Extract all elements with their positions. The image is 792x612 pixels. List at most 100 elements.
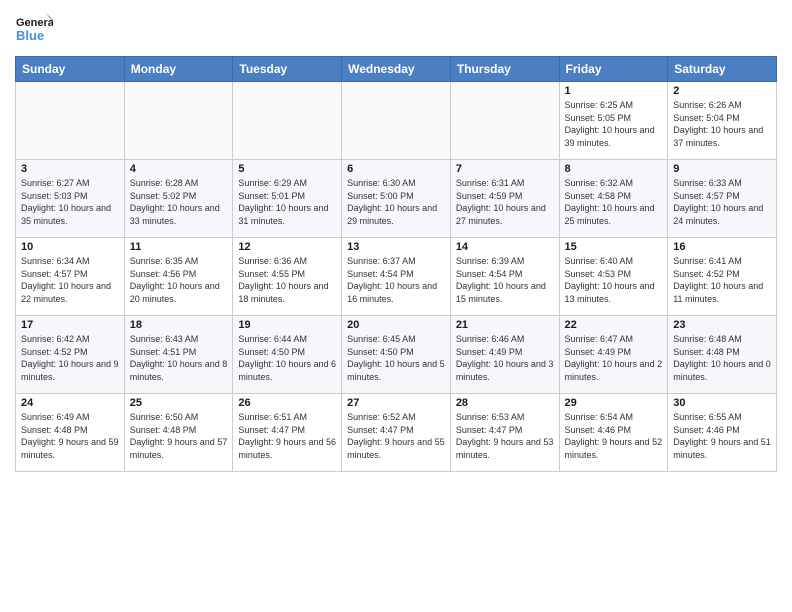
day-number: 13 xyxy=(347,241,445,253)
day-info: Sunrise: 6:25 AM Sunset: 5:05 PM Dayligh… xyxy=(565,99,663,149)
day-info: Sunrise: 6:55 AM Sunset: 4:46 PM Dayligh… xyxy=(673,411,771,461)
weekday-header: Sunday xyxy=(16,57,125,82)
calendar-week-row: 1 Sunrise: 6:25 AM Sunset: 5:05 PM Daylig… xyxy=(16,82,777,160)
day-number: 3 xyxy=(21,163,119,175)
day-info: Sunrise: 6:51 AM Sunset: 4:47 PM Dayligh… xyxy=(238,411,336,461)
day-info: Sunrise: 6:47 AM Sunset: 4:49 PM Dayligh… xyxy=(565,333,663,383)
calendar-day-cell xyxy=(342,82,451,160)
day-number: 21 xyxy=(456,319,554,331)
calendar-day-cell: 17 Sunrise: 6:42 AM Sunset: 4:52 PM Dayli… xyxy=(16,316,125,394)
day-info: Sunrise: 6:43 AM Sunset: 4:51 PM Dayligh… xyxy=(130,333,228,383)
day-number: 1 xyxy=(565,85,663,97)
calendar-day-cell: 16 Sunrise: 6:41 AM Sunset: 4:52 PM Dayli… xyxy=(668,238,777,316)
day-number: 2 xyxy=(673,85,771,97)
day-number: 14 xyxy=(456,241,554,253)
day-info: Sunrise: 6:27 AM Sunset: 5:03 PM Dayligh… xyxy=(21,177,119,227)
day-number: 22 xyxy=(565,319,663,331)
calendar-day-cell: 4 Sunrise: 6:28 AM Sunset: 5:02 PM Daylig… xyxy=(124,160,233,238)
calendar-day-cell: 30 Sunrise: 6:55 AM Sunset: 4:46 PM Dayli… xyxy=(668,394,777,472)
day-number: 4 xyxy=(130,163,228,175)
calendar-table: SundayMondayTuesdayWednesdayThursdayFrid… xyxy=(15,56,777,472)
day-info: Sunrise: 6:46 AM Sunset: 4:49 PM Dayligh… xyxy=(456,333,554,383)
day-number: 17 xyxy=(21,319,119,331)
day-number: 8 xyxy=(565,163,663,175)
day-info: Sunrise: 6:49 AM Sunset: 4:48 PM Dayligh… xyxy=(21,411,119,461)
header: General Blue xyxy=(15,10,777,48)
day-info: Sunrise: 6:35 AM Sunset: 4:56 PM Dayligh… xyxy=(130,255,228,305)
page: General Blue SundayMondayTuesdayWednesda… xyxy=(0,0,792,612)
day-info: Sunrise: 6:32 AM Sunset: 4:58 PM Dayligh… xyxy=(565,177,663,227)
day-info: Sunrise: 6:41 AM Sunset: 4:52 PM Dayligh… xyxy=(673,255,771,305)
weekday-header: Saturday xyxy=(668,57,777,82)
calendar-day-cell xyxy=(124,82,233,160)
day-number: 20 xyxy=(347,319,445,331)
calendar-day-cell: 6Sunrise: 6:30 AM Sunset: 5:00 PM Daylig… xyxy=(342,160,451,238)
day-info: Sunrise: 6:26 AM Sunset: 5:04 PM Dayligh… xyxy=(673,99,771,149)
calendar-day-cell: 8 Sunrise: 6:32 AM Sunset: 4:58 PM Daylig… xyxy=(559,160,668,238)
day-number: 29 xyxy=(565,397,663,409)
day-info: Sunrise: 6:40 AM Sunset: 4:53 PM Dayligh… xyxy=(565,255,663,305)
weekday-header: Friday xyxy=(559,57,668,82)
day-info: Sunrise: 6:50 AM Sunset: 4:48 PM Dayligh… xyxy=(130,411,228,461)
calendar-day-cell: 20 Sunrise: 6:45 AM Sunset: 4:50 PM Dayli… xyxy=(342,316,451,394)
weekday-header: Wednesday xyxy=(342,57,451,82)
weekday-header: Tuesday xyxy=(233,57,342,82)
calendar-day-cell xyxy=(450,82,559,160)
day-number: 30 xyxy=(673,397,771,409)
calendar-week-row: 3 Sunrise: 6:27 AM Sunset: 5:03 PM Daylig… xyxy=(16,160,777,238)
day-info: Sunrise: 6:34 AM Sunset: 4:57 PM Dayligh… xyxy=(21,255,119,305)
day-number: 26 xyxy=(238,397,336,409)
calendar-day-cell: 28Sunrise: 6:53 AM Sunset: 4:47 PM Dayli… xyxy=(450,394,559,472)
calendar-day-cell xyxy=(16,82,125,160)
day-number: 11 xyxy=(130,241,228,253)
calendar-week-row: 17 Sunrise: 6:42 AM Sunset: 4:52 PM Dayli… xyxy=(16,316,777,394)
calendar-day-cell: 27 Sunrise: 6:52 AM Sunset: 4:47 PM Dayli… xyxy=(342,394,451,472)
day-info: Sunrise: 6:33 AM Sunset: 4:57 PM Dayligh… xyxy=(673,177,771,227)
day-info: Sunrise: 6:52 AM Sunset: 4:47 PM Dayligh… xyxy=(347,411,445,461)
calendar-day-cell: 11 Sunrise: 6:35 AM Sunset: 4:56 PM Dayli… xyxy=(124,238,233,316)
day-info: Sunrise: 6:29 AM Sunset: 5:01 PM Dayligh… xyxy=(238,177,336,227)
calendar-day-cell: 5Sunrise: 6:29 AM Sunset: 5:01 PM Daylig… xyxy=(233,160,342,238)
calendar-day-cell xyxy=(233,82,342,160)
calendar-day-cell: 12 Sunrise: 6:36 AM Sunset: 4:55 PM Dayli… xyxy=(233,238,342,316)
day-info: Sunrise: 6:42 AM Sunset: 4:52 PM Dayligh… xyxy=(21,333,119,383)
logo: General Blue xyxy=(15,10,53,48)
calendar-day-cell: 7Sunrise: 6:31 AM Sunset: 4:59 PM Daylig… xyxy=(450,160,559,238)
calendar-day-cell: 26 Sunrise: 6:51 AM Sunset: 4:47 PM Dayli… xyxy=(233,394,342,472)
day-number: 7 xyxy=(456,163,554,175)
calendar-day-cell: 15 Sunrise: 6:40 AM Sunset: 4:53 PM Dayli… xyxy=(559,238,668,316)
calendar-week-row: 24 Sunrise: 6:49 AM Sunset: 4:48 PM Dayli… xyxy=(16,394,777,472)
calendar-day-cell: 13 Sunrise: 6:37 AM Sunset: 4:54 PM Dayli… xyxy=(342,238,451,316)
day-info: Sunrise: 6:45 AM Sunset: 4:50 PM Dayligh… xyxy=(347,333,445,383)
calendar-day-cell: 2 Sunrise: 6:26 AM Sunset: 5:04 PM Daylig… xyxy=(668,82,777,160)
calendar-header-row: SundayMondayTuesdayWednesdayThursdayFrid… xyxy=(16,57,777,82)
day-info: Sunrise: 6:37 AM Sunset: 4:54 PM Dayligh… xyxy=(347,255,445,305)
calendar-day-cell: 14Sunrise: 6:39 AM Sunset: 4:54 PM Dayli… xyxy=(450,238,559,316)
calendar-day-cell: 23 Sunrise: 6:48 AM Sunset: 4:48 PM Dayli… xyxy=(668,316,777,394)
day-info: Sunrise: 6:54 AM Sunset: 4:46 PM Dayligh… xyxy=(565,411,663,461)
day-number: 6 xyxy=(347,163,445,175)
calendar-day-cell: 21 Sunrise: 6:46 AM Sunset: 4:49 PM Dayli… xyxy=(450,316,559,394)
day-number: 9 xyxy=(673,163,771,175)
calendar-day-cell: 22 Sunrise: 6:47 AM Sunset: 4:49 PM Dayli… xyxy=(559,316,668,394)
day-number: 19 xyxy=(238,319,336,331)
calendar-day-cell: 18Sunrise: 6:43 AM Sunset: 4:51 PM Dayli… xyxy=(124,316,233,394)
day-number: 16 xyxy=(673,241,771,253)
day-number: 15 xyxy=(565,241,663,253)
day-number: 24 xyxy=(21,397,119,409)
calendar-day-cell: 10 Sunrise: 6:34 AM Sunset: 4:57 PM Dayli… xyxy=(16,238,125,316)
calendar-week-row: 10 Sunrise: 6:34 AM Sunset: 4:57 PM Dayli… xyxy=(16,238,777,316)
day-number: 10 xyxy=(21,241,119,253)
day-number: 12 xyxy=(238,241,336,253)
day-info: Sunrise: 6:36 AM Sunset: 4:55 PM Dayligh… xyxy=(238,255,336,305)
day-number: 25 xyxy=(130,397,228,409)
day-info: Sunrise: 6:48 AM Sunset: 4:48 PM Dayligh… xyxy=(673,333,771,383)
logo-svg: General Blue xyxy=(15,10,53,48)
calendar-day-cell: 3 Sunrise: 6:27 AM Sunset: 5:03 PM Daylig… xyxy=(16,160,125,238)
calendar-day-cell: 24 Sunrise: 6:49 AM Sunset: 4:48 PM Dayli… xyxy=(16,394,125,472)
day-info: Sunrise: 6:28 AM Sunset: 5:02 PM Dayligh… xyxy=(130,177,228,227)
day-number: 23 xyxy=(673,319,771,331)
calendar-day-cell: 1 Sunrise: 6:25 AM Sunset: 5:05 PM Daylig… xyxy=(559,82,668,160)
weekday-header: Thursday xyxy=(450,57,559,82)
day-number: 27 xyxy=(347,397,445,409)
